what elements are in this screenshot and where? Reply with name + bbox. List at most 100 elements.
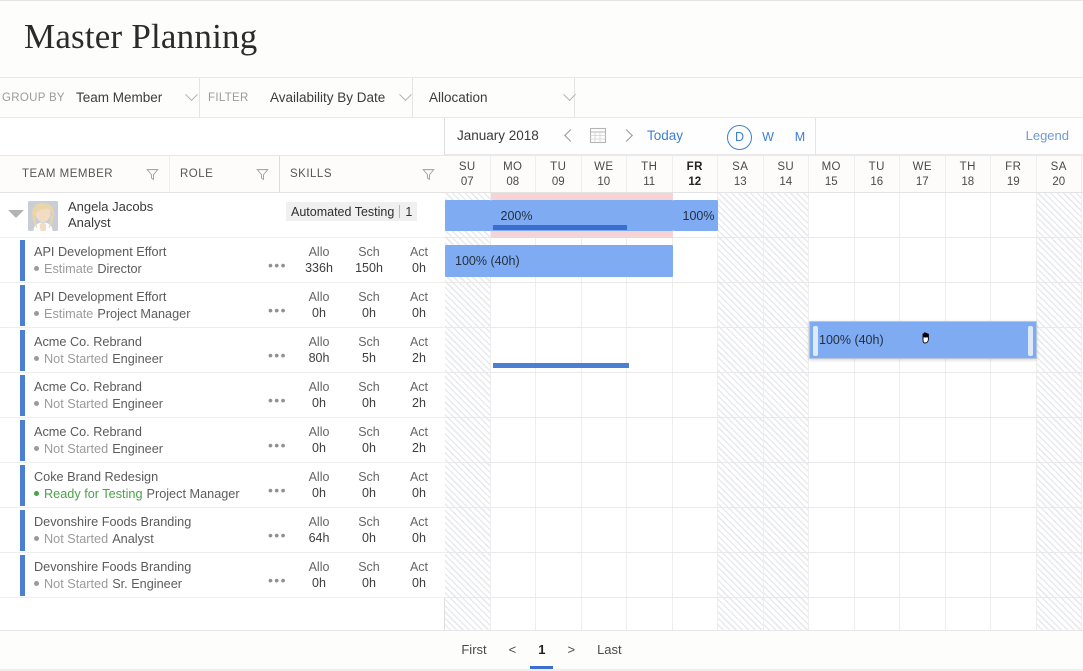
table-row[interactable]: Devonshire Foods Branding Not Started Sr. … — [0, 553, 445, 598]
row-menu-button[interactable]: ••• — [268, 347, 287, 363]
status-dot — [34, 536, 39, 542]
row-menu-button[interactable]: ••• — [268, 527, 287, 543]
task-name: Acme Co. Rebrand — [34, 335, 142, 349]
task-status: Estimate — [44, 307, 94, 321]
task-name: API Development Effort — [34, 245, 167, 259]
table-row[interactable]: Acme Co. Rebrand Not Started Engineer ••• Al… — [0, 418, 445, 463]
legend-link[interactable]: Legend — [1026, 128, 1069, 143]
zoom-week-button[interactable]: W — [752, 130, 784, 144]
pager-first[interactable]: First — [461, 642, 486, 657]
day-of-week: MO — [821, 160, 841, 173]
metric-scheduled: Sch 150h — [355, 245, 383, 275]
day-number: 13 — [733, 175, 747, 188]
task-name: Devonshire Foods Branding — [34, 560, 192, 574]
table-row[interactable]: Devonshire Foods Branding Not Started Anal… — [0, 508, 445, 553]
task-row-list: API Development Effort Estimate Director ••… — [0, 238, 445, 630]
page-title: Master Planning — [24, 17, 258, 56]
availability-filter-select[interactable]: Availability By Date — [270, 78, 412, 117]
group-by-segment: GROUP BY Team Member — [0, 78, 200, 117]
filter-label: FILTER — [208, 91, 249, 104]
day-number: 11 — [643, 175, 656, 188]
gantt-row[interactable] — [445, 373, 1083, 418]
row-menu-button[interactable]: ••• — [268, 437, 287, 453]
funnel-icon[interactable] — [256, 168, 269, 181]
row-menu-button[interactable]: ••• — [268, 482, 287, 498]
avatar — [28, 201, 58, 231]
zoom-level-toggle: D W M — [727, 124, 816, 150]
gantt-row[interactable] — [445, 598, 1083, 630]
task-status-role: Ready for Testing Project Manager — [34, 487, 240, 501]
day-header-cell: TU 16 — [855, 156, 900, 192]
calendar-icon[interactable] — [589, 126, 607, 144]
day-number: 17 — [915, 175, 929, 188]
chevron-right-icon[interactable] — [618, 126, 638, 146]
skill-chip[interactable]: Automated Testing 1 — [286, 202, 418, 221]
status-dot — [34, 491, 39, 497]
day-of-week: TH — [641, 160, 658, 173]
task-bar-row-1[interactable]: 100% (40h) — [445, 245, 673, 277]
task-name: Coke Brand Redesign — [34, 470, 159, 484]
pager-next[interactable]: > — [567, 642, 575, 657]
column-team-member-label: TEAM MEMBER — [22, 168, 114, 180]
row-menu-button[interactable]: ••• — [268, 392, 287, 408]
row-color-marker — [20, 330, 25, 371]
column-team-member[interactable]: TEAM MEMBER — [0, 156, 170, 192]
table-row[interactable]: Acme Co. Rebrand Not Started Engineer ••• Al… — [0, 328, 445, 373]
table-row[interactable]: API Development Effort Estimate Project Ma… — [0, 283, 445, 328]
gantt-row[interactable] — [445, 418, 1083, 463]
metric-scheduled: Sch 0h — [358, 380, 380, 410]
resize-handle-left[interactable] — [813, 326, 818, 356]
pager-last[interactable]: Last — [597, 642, 622, 657]
task-status: Not Started — [44, 577, 109, 591]
day-number: 19 — [1006, 175, 1020, 188]
row-menu-button[interactable]: ••• — [268, 572, 287, 588]
day-header-cell: SU 07 — [445, 156, 491, 192]
skill-chip-count: 1 — [405, 204, 413, 219]
pager-prev[interactable]: < — [509, 642, 517, 657]
gantt-row[interactable] — [445, 508, 1083, 553]
group-member-role: Analyst — [68, 215, 111, 230]
metric-actual: Act 0h — [409, 470, 429, 500]
group-by-label: GROUP BY — [2, 91, 65, 104]
row-menu-button[interactable]: ••• — [268, 302, 287, 318]
gantt-row[interactable] — [445, 463, 1083, 508]
table-row[interactable]: Acme Co. Rebrand Not Started Engineer ••• Al… — [0, 373, 445, 418]
summary-progress-line — [492, 225, 628, 230]
task-name: Devonshire Foods Branding — [34, 515, 192, 529]
table-row[interactable]: API Development Effort Estimate Director ••… — [0, 238, 445, 283]
day-of-week: TH — [959, 160, 976, 173]
task-status-role: Not Started Engineer — [34, 397, 163, 411]
chevron-left-icon[interactable] — [560, 126, 580, 146]
table-row[interactable]: Coke Brand Redesign Ready for Testing Proj… — [0, 463, 445, 508]
group-by-select[interactable]: Team Member — [76, 78, 198, 117]
day-of-week: SA — [1050, 160, 1067, 173]
team-table-panel: TEAM MEMBER ROLE SKILLS Angela Jacobs An… — [0, 118, 445, 630]
gantt-row[interactable] — [445, 553, 1083, 598]
skill-chip-divider — [399, 205, 401, 218]
day-of-week: SA — [732, 160, 749, 173]
column-role[interactable]: ROLE — [170, 156, 280, 192]
resize-handle-right[interactable] — [1027, 326, 1033, 356]
day-of-week: MO — [503, 160, 523, 173]
metric-scheduled: Sch 0h — [358, 515, 380, 545]
column-skills[interactable]: SKILLS — [280, 156, 445, 192]
collapse-toggle-icon[interactable] — [8, 210, 24, 218]
day-header-cell: TU 09 — [536, 156, 582, 192]
row-menu-button[interactable]: ••• — [268, 257, 287, 273]
funnel-icon[interactable] — [422, 168, 435, 181]
task-status-role: Not Started Engineer — [34, 442, 163, 456]
task-bar-dragging[interactable]: 100% (40h) — [809, 321, 1037, 359]
zoom-day-button[interactable]: D — [727, 124, 752, 150]
gantt-panel: January 2018 Today D W M Legend SU 07 MO… — [445, 118, 1083, 630]
pager-current-page[interactable]: 1 — [529, 642, 554, 670]
summary-bar-left[interactable] — [445, 200, 491, 231]
allocation-value: Allocation — [429, 90, 488, 105]
today-button[interactable]: Today — [647, 128, 683, 143]
day-header-cell: SA 20 — [1037, 156, 1082, 192]
allocation-select[interactable]: Allocation — [429, 78, 576, 117]
zoom-month-button[interactable]: M — [784, 130, 816, 144]
task-status-role: Estimate Project Manager — [34, 307, 190, 321]
summary-bar-right[interactable]: 100% — [672, 200, 718, 231]
funnel-icon[interactable] — [146, 168, 159, 181]
availability-filter-value: Availability By Date — [270, 90, 386, 105]
